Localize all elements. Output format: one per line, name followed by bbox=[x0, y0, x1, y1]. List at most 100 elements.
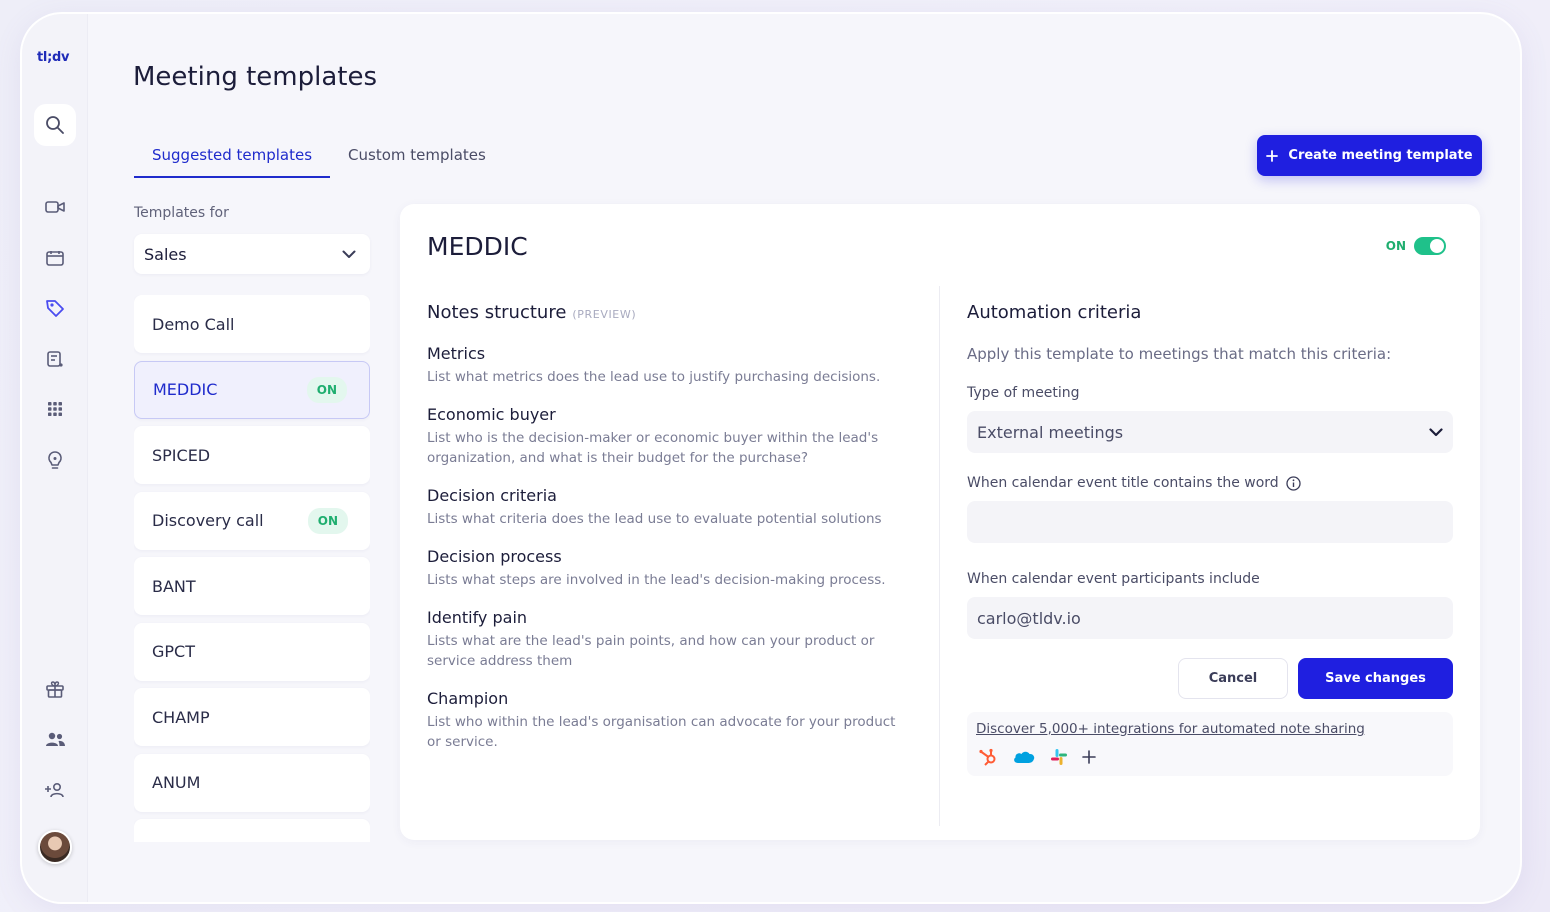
save-changes-button[interactable]: Save changes bbox=[1298, 658, 1453, 699]
integrations-box: Discover 5,000+ integrations for automat… bbox=[967, 712, 1453, 776]
template-item-gpct[interactable]: GPCT bbox=[134, 622, 370, 681]
template-name: BANT bbox=[152, 576, 196, 596]
template-name: CHAMP bbox=[152, 707, 210, 727]
note-description: List what metrics does the lead use to j… bbox=[427, 369, 881, 385]
sidebar-search-button[interactable] bbox=[34, 104, 76, 146]
sidebar-item-notes[interactable] bbox=[43, 347, 67, 371]
form-actions: Cancel Save changes bbox=[967, 658, 1453, 699]
column-divider bbox=[939, 286, 940, 826]
note-description: Lists what criteria does the lead use to… bbox=[427, 511, 882, 527]
sidebar-item-meetings[interactable] bbox=[43, 195, 67, 219]
templates-for-value: Sales bbox=[144, 244, 187, 264]
sidebar: tl;dv bbox=[22, 14, 88, 902]
create-meeting-template-button[interactable]: Create meeting template bbox=[1257, 135, 1482, 176]
team-icon bbox=[46, 732, 65, 746]
template-name: Demo Call bbox=[152, 314, 235, 334]
gift-icon bbox=[46, 681, 64, 698]
title-word-input[interactable] bbox=[967, 501, 1453, 543]
note-section: Economic buyer List who is the decision-… bbox=[427, 405, 907, 468]
status-badge: ON bbox=[307, 507, 348, 534]
tab-suggested-templates[interactable]: Suggested templates bbox=[134, 144, 331, 178]
template-item-demo-call[interactable]: Demo Call bbox=[134, 295, 370, 353]
tag-icon bbox=[46, 300, 64, 317]
note-description: List who within the lead's organisation … bbox=[427, 714, 896, 750]
participants-label-text: When calendar event participants include bbox=[967, 571, 1260, 587]
note-title: Identify pain bbox=[427, 608, 528, 627]
info-icon[interactable] bbox=[1286, 475, 1301, 491]
automation-subtitle: Apply this template to meetings that mat… bbox=[967, 345, 1392, 363]
meeting-type-select[interactable]: External meetings bbox=[967, 411, 1453, 453]
template-title: MEDDIC bbox=[427, 232, 528, 261]
search-icon bbox=[46, 116, 64, 134]
sidebar-item-calendar[interactable] bbox=[43, 246, 67, 270]
note-title: Decision process bbox=[427, 547, 562, 566]
grid-icon bbox=[48, 402, 62, 416]
tab-custom-templates[interactable]: Custom templates bbox=[330, 144, 504, 178]
user-avatar[interactable] bbox=[38, 830, 72, 864]
note-description: Lists what steps are involved in the lea… bbox=[427, 572, 886, 588]
sidebar-item-invite[interactable] bbox=[43, 778, 67, 802]
notes-structure-title: Notes structure bbox=[427, 302, 567, 323]
templates-for-label: Templates for bbox=[134, 205, 229, 221]
toggle-label: ON bbox=[1385, 239, 1406, 253]
note-section: Metrics List what metrics does the lead … bbox=[427, 344, 907, 387]
add-user-icon bbox=[45, 782, 64, 798]
template-item-discovery-call[interactable]: Discovery call ON bbox=[134, 491, 370, 550]
integrations-link[interactable]: Discover 5,000+ integrations for automat… bbox=[976, 721, 1444, 737]
template-enabled-toggle[interactable] bbox=[1414, 237, 1446, 255]
title-word-label-text: When calendar event title contains the w… bbox=[967, 475, 1279, 491]
note-section: Decision process Lists what steps are in… bbox=[427, 547, 907, 590]
calendar-icon bbox=[46, 251, 64, 266]
template-detail-card: MEDDIC ON Notes structure (PREVIEW) Metri… bbox=[400, 204, 1480, 840]
sidebar-item-team[interactable] bbox=[43, 727, 67, 751]
template-name: MEDDIC bbox=[153, 380, 218, 399]
notes-list: Metrics List what metrics does the lead … bbox=[427, 344, 907, 770]
automation-title: Automation criteria bbox=[967, 302, 1142, 323]
template-item-anum[interactable]: ANUM bbox=[134, 753, 370, 812]
notes-icon bbox=[47, 351, 63, 367]
template-item-bant[interactable]: BANT bbox=[134, 557, 370, 615]
slack-icon[interactable] bbox=[1050, 748, 1068, 766]
sidebar-item-apps[interactable] bbox=[43, 397, 67, 421]
page-title: Meeting templates bbox=[133, 62, 378, 92]
notes-structure-heading: Notes structure (PREVIEW) bbox=[427, 302, 636, 323]
note-title: Economic buyer bbox=[427, 405, 556, 424]
note-title: Champion bbox=[427, 689, 509, 708]
meeting-type-label-text: Type of meeting bbox=[967, 385, 1080, 401]
chevron-down-icon bbox=[342, 250, 356, 258]
video-icon bbox=[45, 201, 65, 213]
cancel-button[interactable]: Cancel bbox=[1178, 658, 1288, 699]
template-item-meddic[interactable]: MEDDIC ON bbox=[134, 360, 370, 419]
meeting-type-value: External meetings bbox=[977, 422, 1124, 442]
note-section: Champion List who within the lead's orga… bbox=[427, 689, 907, 752]
sidebar-item-templates[interactable] bbox=[43, 296, 67, 320]
automation-criteria-panel: Automation criteria Apply this template … bbox=[967, 302, 1453, 776]
salesforce-icon[interactable] bbox=[1012, 749, 1036, 765]
templates-for-select[interactable]: Sales bbox=[134, 234, 370, 274]
note-section: Decision criteria Lists what criteria do… bbox=[427, 486, 907, 529]
meeting-type-label: Type of meeting bbox=[967, 385, 1453, 401]
chevron-down-icon bbox=[1429, 427, 1443, 436]
sidebar-item-gift[interactable] bbox=[43, 677, 67, 701]
note-title: Metrics bbox=[427, 344, 486, 363]
template-item-champ[interactable]: CHAMP bbox=[134, 688, 370, 746]
add-integration-icon[interactable] bbox=[1082, 750, 1096, 764]
preview-tag: (PREVIEW) bbox=[572, 308, 637, 321]
participants-value: carlo@tldv.io bbox=[977, 608, 1081, 628]
participants-label: When calendar event participants include bbox=[967, 571, 1453, 587]
integration-icons bbox=[976, 747, 1444, 767]
template-list: Demo Call MEDDIC ON SPICED Discovery cal… bbox=[134, 295, 370, 842]
template-item-spiced[interactable]: SPICED bbox=[134, 426, 370, 484]
template-name: SPICED bbox=[152, 445, 211, 465]
create-meeting-template-label: Create meeting template bbox=[1288, 148, 1473, 163]
template-item-partial[interactable] bbox=[134, 819, 370, 842]
lightbulb-icon bbox=[48, 451, 62, 469]
template-toggle-group: ON bbox=[1386, 237, 1446, 255]
hubspot-icon[interactable] bbox=[978, 747, 998, 767]
logo[interactable]: tl;dv bbox=[37, 50, 69, 65]
participants-input[interactable]: carlo@tldv.io bbox=[967, 597, 1453, 639]
template-tabs: Suggested templates Custom templates bbox=[134, 144, 504, 178]
template-name: GPCT bbox=[152, 642, 195, 661]
note-description: List who is the decision-maker or econom… bbox=[427, 430, 879, 466]
sidebar-item-insights[interactable] bbox=[43, 448, 67, 472]
